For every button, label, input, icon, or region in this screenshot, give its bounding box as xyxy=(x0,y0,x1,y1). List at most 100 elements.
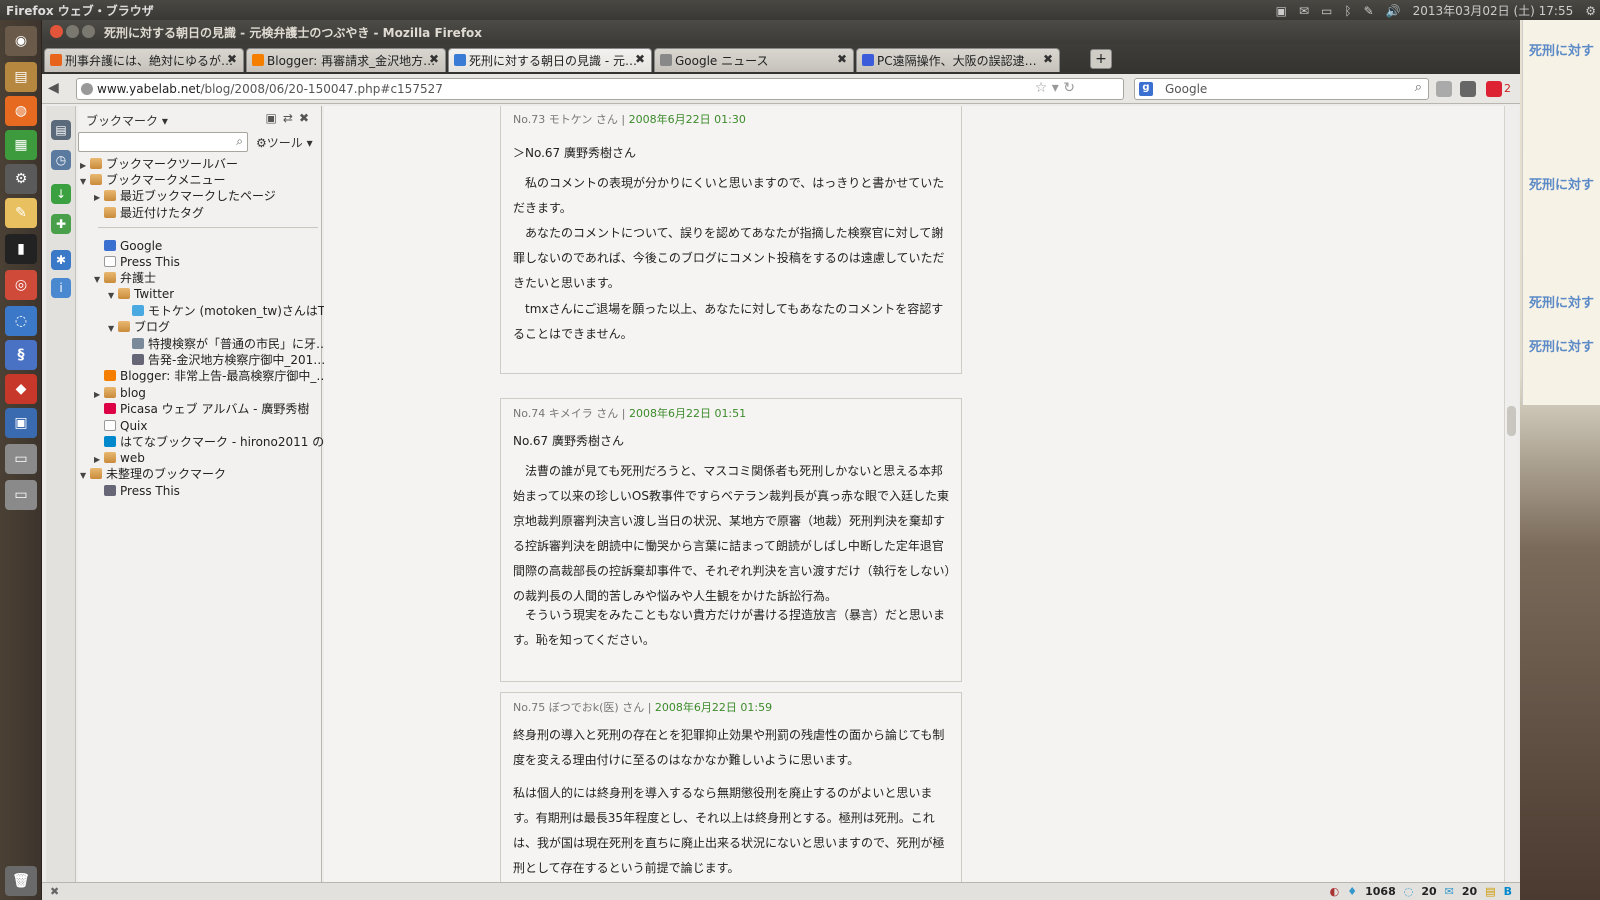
gear-blue-icon[interactable]: ✱ xyxy=(51,250,71,270)
url-bar[interactable]: www.yabelab.net/blog/2008/06/20-150047.p… xyxy=(76,78,1124,100)
mail-notifier-icon[interactable] xyxy=(1486,81,1502,97)
window-app-icon[interactable]: ▣ xyxy=(5,408,37,438)
expanded-twisty-icon[interactable]: ▼ xyxy=(80,468,90,482)
app-icon[interactable]: § xyxy=(5,340,37,370)
bookmark-item[interactable]: ▼ 弁護士 xyxy=(94,270,156,286)
sidebar-title[interactable]: ブックマーク ▾ xyxy=(86,112,168,129)
expanded-twisty-icon[interactable]: ▼ xyxy=(80,174,90,188)
bookmark-item[interactable]: Picasa ウェブ アルバム - 廣野秀樹 xyxy=(94,401,309,417)
drive2-icon[interactable]: ▭ xyxy=(5,480,37,510)
close-tab-icon[interactable]: ✖ xyxy=(227,52,237,66)
expanded-twisty-icon[interactable]: ▼ xyxy=(94,272,104,286)
drive-icon[interactable]: ▭ xyxy=(5,444,37,474)
battery-icon[interactable]: ▭ xyxy=(1321,4,1332,18)
bookmark-item[interactable]: ▶ ブックマークツールバー xyxy=(80,156,238,172)
bookmark-item[interactable]: ▶ web xyxy=(94,450,145,466)
search-icon[interactable]: ⌕ xyxy=(1415,80,1422,95)
collapsed-twisty-icon[interactable]: ▶ xyxy=(94,452,104,466)
bookmark-item[interactable]: 告発-金沢地方検察庁御中_201… xyxy=(122,352,325,368)
files-icon[interactable]: ▤ xyxy=(5,62,37,92)
minimize-window-icon[interactable] xyxy=(66,25,79,38)
bookmark-item[interactable]: ▼ 未整理のブックマーク xyxy=(80,466,226,482)
dash-home-icon[interactable]: ◉ xyxy=(5,26,37,56)
settings-icon[interactable]: ⚙ xyxy=(5,164,37,194)
sidebar-header-icons[interactable]: ▣⇄✖ xyxy=(266,111,315,125)
note-icon[interactable]: ▤ xyxy=(1485,885,1495,898)
bookmark-item[interactable]: 特捜検察が「普通の市民」に牙… xyxy=(122,336,328,352)
input-method-icon[interactable]: ✎ xyxy=(1364,4,1374,18)
collapsed-twisty-icon[interactable]: ▶ xyxy=(94,190,104,204)
close-tab-icon[interactable]: ✖ xyxy=(429,52,439,66)
bookmark-item[interactable]: Quix xyxy=(94,418,148,434)
bookmarks-sidebar-icon[interactable]: ▤ xyxy=(51,120,71,140)
new-tab-button[interactable]: + xyxy=(1090,49,1112,69)
maximize-window-icon[interactable] xyxy=(82,25,95,38)
bluetooth-icon[interactable]: ᛒ xyxy=(1344,4,1351,18)
bookmark-item[interactable]: 最近付けたタグ xyxy=(94,205,204,221)
downloads-icon[interactable]: ↓ xyxy=(51,184,71,204)
text-editor-icon[interactable]: ✎ xyxy=(5,198,37,228)
google-engine-icon[interactable]: g xyxy=(1139,82,1153,96)
vertical-scrollbar[interactable] xyxy=(1504,106,1518,882)
status-count-2[interactable]: 20 xyxy=(1421,885,1436,898)
tab-4[interactable]: PC遠隔操作、大阪の誤認逮… ✖ xyxy=(856,48,1060,72)
expanded-twisty-icon[interactable]: ▼ xyxy=(108,288,118,302)
spreadsheet-icon[interactable]: ▦ xyxy=(5,130,37,160)
addon-icon[interactable] xyxy=(1460,81,1476,97)
hatena-icon[interactable]: B xyxy=(1504,885,1512,898)
twitter-status-icon[interactable]: ♦ xyxy=(1347,885,1357,898)
home-icon[interactable] xyxy=(1436,81,1452,97)
clock[interactable]: 2013年03月02日 (土) 17:55 xyxy=(1413,2,1574,19)
bookmark-item[interactable]: はてなブックマーク - hirono2011 のブ… xyxy=(94,434,348,450)
bookmark-item[interactable]: ▼ Twitter xyxy=(108,286,174,302)
history-icon[interactable]: ◷ xyxy=(51,150,71,170)
site-identity-icon[interactable] xyxy=(81,83,93,95)
tools-menu-button[interactable]: ⚙ツール ▾ xyxy=(256,134,313,151)
bookmark-item[interactable]: Blogger: 非常上告-最高検察庁御中_… xyxy=(94,368,328,384)
close-addon-bar-icon[interactable]: ✖ xyxy=(50,885,59,898)
dm-icon[interactable]: ✉ xyxy=(1445,885,1454,898)
bookmark-item[interactable]: ▼ ブログ xyxy=(108,319,170,335)
tab-1[interactable]: Blogger: 再審請求_金沢地方… ✖ xyxy=(246,48,446,72)
chrome-icon[interactable]: ◎ xyxy=(5,270,37,300)
close-tab-icon[interactable]: ✖ xyxy=(635,52,645,66)
expanded-twisty-icon[interactable]: ▼ xyxy=(108,321,118,335)
network-icon[interactable]: ▣ xyxy=(1276,4,1287,18)
tab-2-active[interactable]: 死刑に対する朝日の見識 - 元… ✖ xyxy=(448,48,652,72)
tab-0[interactable]: 刑事弁護には、絶対にゆるが… ✖ xyxy=(44,48,244,72)
bookmark-item[interactable]: Press This xyxy=(94,254,180,270)
search-bar[interactable]: g Google ⌕ xyxy=(1134,78,1429,100)
software-center-icon[interactable]: ◆ xyxy=(5,374,37,404)
comment-permalink[interactable]: 2008年6月22日 01:30 xyxy=(629,113,746,126)
comment-permalink[interactable]: 2008年6月22日 01:51 xyxy=(629,407,746,420)
status-count-3[interactable]: 20 xyxy=(1462,885,1477,898)
scrollbar-thumb[interactable] xyxy=(1507,406,1516,436)
close-tab-icon[interactable]: ✖ xyxy=(837,52,847,66)
status-count-1[interactable]: 1068 xyxy=(1365,885,1396,898)
tab-3[interactable]: Google ニュース ✖ xyxy=(654,48,854,72)
bookmark-item[interactable]: ▶ 最近ブックマークしたページ xyxy=(94,188,276,204)
bookmark-item[interactable]: モトケン (motoken_tw)さんはT… xyxy=(122,303,337,319)
bookmark-item[interactable]: ▼ ブックマークメニュー xyxy=(80,172,226,188)
firefox-icon[interactable]: ◍ xyxy=(5,96,37,126)
volume-icon[interactable]: 🔊 xyxy=(1386,4,1401,18)
mail-icon[interactable]: ✉ xyxy=(1299,4,1309,18)
comment-permalink[interactable]: 2008年6月22日 01:59 xyxy=(655,701,772,714)
chat-icon[interactable]: ◌ xyxy=(5,306,37,336)
collapsed-twisty-icon[interactable]: ▶ xyxy=(94,387,104,401)
collapsed-twisty-icon[interactable]: ▶ xyxy=(80,158,90,172)
trash-icon[interactable]: 🗑 xyxy=(5,866,37,896)
bookmark-item[interactable]: ▶ blog xyxy=(94,385,146,401)
close-tab-icon[interactable]: ✖ xyxy=(1043,52,1053,66)
bookmark-item[interactable]: Press This xyxy=(94,483,180,499)
addons-icon[interactable]: ✚ xyxy=(51,214,71,234)
reply-icon[interactable]: ◌ xyxy=(1404,885,1414,898)
terminal-icon[interactable]: ▮ xyxy=(5,234,37,264)
bookmark-star-icon[interactable]: ☆ ▾ ↻ xyxy=(1035,80,1075,96)
gear-icon[interactable]: ⚙ xyxy=(1585,4,1596,18)
back-icon[interactable]: ◀ xyxy=(48,80,59,96)
info-icon[interactable]: i xyxy=(51,278,71,298)
bookmark-item[interactable]: Google xyxy=(94,238,162,254)
close-window-icon[interactable] xyxy=(50,25,63,38)
addon-status-icon[interactable]: ◐ xyxy=(1330,885,1340,898)
